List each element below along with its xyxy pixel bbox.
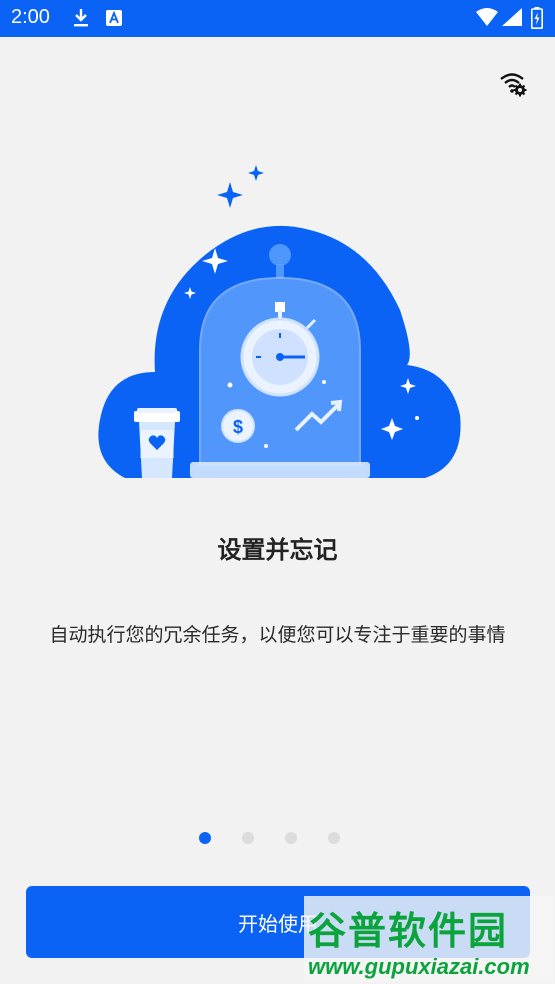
onboarding-illustration: $ (98, 165, 461, 478)
wifi-icon (476, 8, 498, 26)
watermark: 谷普软件园 www.gupuxiazai.com (304, 896, 553, 982)
svg-text:$: $ (233, 417, 243, 437)
page-indicator (199, 832, 359, 846)
app-notification-icon (106, 10, 122, 26)
page-dot-2[interactable] (242, 832, 254, 844)
signal-icon (502, 8, 522, 26)
page-dot-4[interactable] (328, 832, 340, 844)
battery-icon (531, 7, 543, 29)
page-dot-1[interactable] (199, 832, 211, 844)
status-bar: 2:00 (0, 0, 555, 37)
page-dot-3[interactable] (285, 832, 297, 844)
watermark-url: www.gupuxiazai.com (308, 954, 530, 979)
onboarding-description: 自动执行您的冗余任务，以便您可以专注于重要的事情 (49, 624, 506, 646)
status-time: 2:00 (11, 6, 50, 28)
download-icon (74, 9, 88, 27)
onboarding-title: 设置并忘记 (217, 536, 338, 564)
watermark-title: 谷普软件园 (308, 909, 509, 953)
wifi-settings-icon[interactable] (498, 70, 528, 98)
